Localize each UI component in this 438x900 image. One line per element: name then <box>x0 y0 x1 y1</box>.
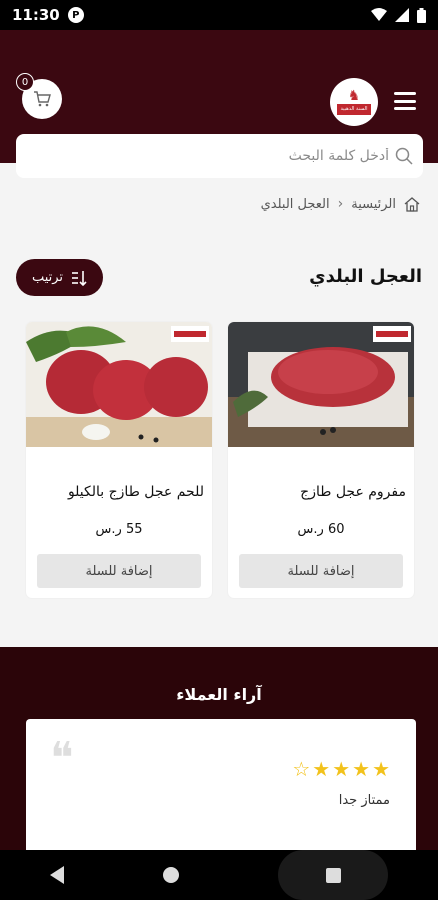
quote-icon: ❝ <box>50 733 74 784</box>
review-card: ❝ ★ ★ ★ ★ ☆ ممتاز جدا <box>26 719 416 859</box>
wifi-icon <box>371 8 387 21</box>
breadcrumb-current: العجل البلدي <box>260 196 330 212</box>
page-title: العجل البلدي <box>309 266 422 287</box>
product-card[interactable]: للحم عجل طازج بالكيلو 55 ر.س إضافة للسلة <box>26 322 212 598</box>
product-card[interactable]: مفروم عجل طازج 60 ر.س إضافة للسلة <box>228 322 414 598</box>
product-name[interactable]: للحم عجل طازج بالكيلو <box>34 484 204 500</box>
reviews-title: آراء العملاء <box>176 685 262 704</box>
home-icon[interactable] <box>404 196 420 212</box>
star-filled-icon: ★ <box>332 757 351 781</box>
product-image-beef-steaks[interactable] <box>26 322 212 447</box>
app-header: 0 ♞ السنة الذهبية <box>0 30 438 178</box>
reviews-section: آراء العملاء ❝ ★ ★ ★ ★ ☆ ممتاز جدا <box>0 647 438 859</box>
breadcrumb-home[interactable]: الرئيسية <box>351 197 396 212</box>
notification-icon: P <box>67 7 84 23</box>
status-right <box>371 7 426 23</box>
add-to-cart-button[interactable]: إضافة للسلة <box>239 554 403 588</box>
search-icon <box>395 147 413 165</box>
status-left: 11:30 P <box>12 6 84 24</box>
signal-icon <box>395 8 409 22</box>
product-price: 60 ر.س <box>297 522 345 537</box>
review-text: ممتاز جدا <box>338 793 390 808</box>
battery-icon <box>417 7 426 23</box>
star-filled-icon: ★ <box>312 757 331 781</box>
rating-stars: ★ ★ ★ ★ ☆ <box>292 759 390 779</box>
camel-logo-icon: ♞ <box>347 88 361 104</box>
breadcrumb: الرئيسية ‹ العجل البلدي <box>261 196 420 212</box>
product-price: 55 ر.س <box>95 522 143 537</box>
recent-apps-button[interactable] <box>278 850 389 900</box>
brand-logo[interactable]: ♞ السنة الذهبية <box>330 78 378 126</box>
add-to-cart-button[interactable]: إضافة للسلة <box>37 554 201 588</box>
sort-button[interactable]: ترتيب <box>16 259 103 296</box>
search-bar[interactable] <box>16 134 423 178</box>
home-nav-icon[interactable] <box>162 867 179 883</box>
search-input[interactable] <box>69 148 389 164</box>
system-nav-bar <box>0 850 438 900</box>
breadcrumb-separator-icon: ‹ <box>337 196 344 212</box>
status-time: 11:30 <box>12 6 60 24</box>
sort-label: ترتيب <box>31 270 64 285</box>
product-image-minced-beef[interactable] <box>228 322 414 447</box>
star-filled-icon: ★ <box>352 757 371 781</box>
cart-count-badge: 0 <box>16 73 34 91</box>
product-name[interactable]: مفروم عجل طازج <box>236 484 406 500</box>
star-filled-icon: ★ <box>372 757 390 781</box>
sort-icon <box>72 270 87 286</box>
recent-apps-icon <box>325 867 341 883</box>
cart-icon <box>34 91 51 107</box>
logo-text: السنة الذهبية <box>337 104 371 115</box>
cart-button[interactable]: 0 <box>16 73 62 119</box>
menu-icon[interactable] <box>394 92 416 110</box>
status-bar: 11:30 P <box>0 0 438 30</box>
back-icon[interactable] <box>49 866 64 884</box>
star-empty-icon: ☆ <box>292 757 311 781</box>
